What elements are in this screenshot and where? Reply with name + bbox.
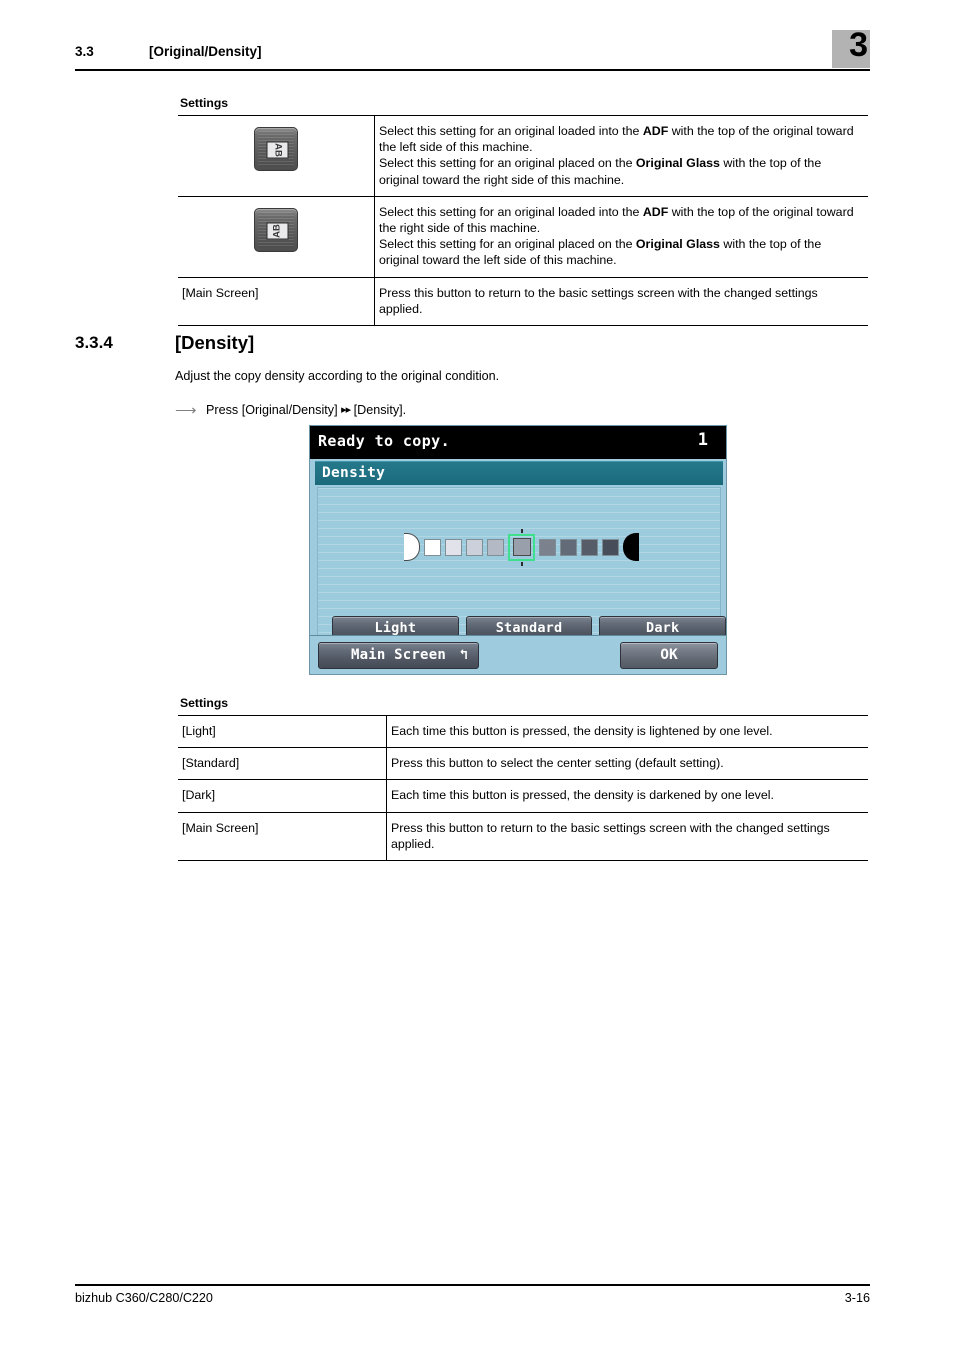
desc-line: Select this setting for an original plac… (379, 237, 787, 252)
step-suffix: [Density]. (353, 403, 407, 417)
chapter-number: 3 (849, 26, 868, 64)
settings-table-bottom: [Light] Each time this button is pressed… (178, 714, 868, 862)
ok-button[interactable]: OK (620, 642, 718, 669)
density-swatch-1[interactable] (445, 538, 462, 556)
table-cell-label: [Main Screen] (178, 277, 375, 327)
table-row: [Main Screen] Press this button to retur… (178, 812, 868, 862)
table-row: AB Select this setting for an original l… (178, 115, 868, 197)
density-swatch-5[interactable] (539, 538, 556, 556)
footer-divider (75, 1284, 870, 1286)
table-cell-label: AB (178, 196, 375, 278)
density-swatch-0[interactable] (424, 538, 441, 556)
header-divider (75, 69, 870, 71)
step-arrow-icon: ⟶ (175, 402, 197, 419)
density-swatch-4 (512, 538, 531, 556)
table-cell-description: Each time this button is pressed, the de… (386, 779, 868, 813)
step-prefix: Press [Original/Density] (206, 403, 338, 417)
density-swatch-3[interactable] (487, 538, 504, 556)
desc-line: Press this button to return to the basic… (379, 285, 772, 300)
lcd-title-bar: Density (315, 461, 723, 485)
density-cap-light-icon (404, 533, 420, 561)
density-swatch-6[interactable] (560, 538, 577, 556)
lcd-footer-bar: Main Screen ↰ OK (310, 635, 726, 674)
table-cell-label: AB (178, 115, 375, 197)
main-screen-button[interactable]: Main Screen ↰ (318, 642, 479, 669)
table-cell-label: [Main Screen] (178, 812, 387, 862)
orientation-page-letters: AB (266, 222, 288, 240)
table-row: AB Select this setting for an original l… (178, 196, 868, 278)
settings-table-bottom-block: Settings [Light] Each time this button i… (178, 696, 868, 862)
table-row: [Light] Each time this button is pressed… (178, 714, 868, 749)
footer-product-name: bizhub C360/C280/C220 (75, 1291, 213, 1305)
page-header: 3.3 [Original/Density] 3 (75, 26, 870, 82)
density-swatch-2[interactable] (466, 538, 483, 556)
return-arrow-icon: ↰ (459, 647, 468, 663)
desc-line: Select this setting for an original plac… (379, 156, 787, 171)
settings-table-top-block: Settings AB Select this setting for an o… (178, 96, 868, 327)
header-section-number: 3.3 (75, 44, 94, 59)
settings-caption-top: Settings (180, 96, 229, 110)
original-orientation-top-right-icon: AB (254, 207, 298, 252)
density-scale[interactable] (404, 528, 639, 566)
footer-page-number: 3-16 (844, 1291, 870, 1305)
table-cell-description: Press this button to select the center s… (386, 747, 868, 781)
double-arrow-icon: ▸▸ (341, 404, 351, 416)
density-cap-dark-icon (623, 533, 639, 561)
lcd-panel-title: Density (322, 465, 386, 481)
step-text: Press [Original/Density] ▸▸ [Density]. (206, 403, 406, 417)
lcd-status-message: Ready to copy. (318, 432, 451, 450)
density-swatch-7[interactable] (581, 538, 598, 556)
table-cell-label: [Standard] (178, 747, 387, 781)
original-orientation-top-left-icon: AB (254, 127, 298, 171)
settings-caption-bottom: Settings (180, 696, 229, 710)
table-cell-label: [Dark] (178, 779, 387, 813)
table-cell-description: Press this button to return to the basic… (374, 277, 868, 327)
table-cell-description: Select this setting for an original load… (374, 115, 868, 197)
table-cell-description: Select this setting for an original load… (374, 196, 868, 278)
desc-line: Select this setting for an original load… (379, 204, 770, 219)
section-number: 3.3.4 (75, 333, 113, 352)
table-cell-description: Each time this button is pressed, the de… (386, 714, 868, 749)
settings-table-top: AB Select this setting for an original l… (178, 115, 868, 327)
lcd-status-bar: Ready to copy. 1 (310, 426, 726, 459)
desc-line: Select this setting for an original load… (379, 124, 770, 138)
density-swatch-4-selected[interactable] (508, 528, 535, 566)
main-screen-label: Main Screen (351, 647, 446, 663)
table-row: [Dark] Each time this button is pressed,… (178, 779, 868, 813)
lcd-body: Light Standard Dark (317, 487, 726, 641)
table-cell-label: [Light] (178, 714, 387, 749)
section-intro-text: Adjust the copy density according to the… (175, 369, 500, 383)
table-row: [Main Screen] Press this button to retur… (178, 277, 868, 327)
page-title: [Density] (175, 332, 255, 353)
lcd-copy-count: 1 (697, 430, 708, 450)
table-cell-description: Press this button to return to the basic… (386, 812, 868, 862)
orientation-page-letters: AB (266, 141, 288, 159)
table-row: [Standard] Press this button to select t… (178, 747, 868, 781)
density-swatch-8[interactable] (602, 538, 619, 556)
desc-line: Press this button to return to the basic… (391, 820, 784, 835)
lcd-screen: Ready to copy. 1 Density Light Standard … (309, 425, 727, 675)
header-section-title: [Original/Density] (149, 44, 262, 59)
